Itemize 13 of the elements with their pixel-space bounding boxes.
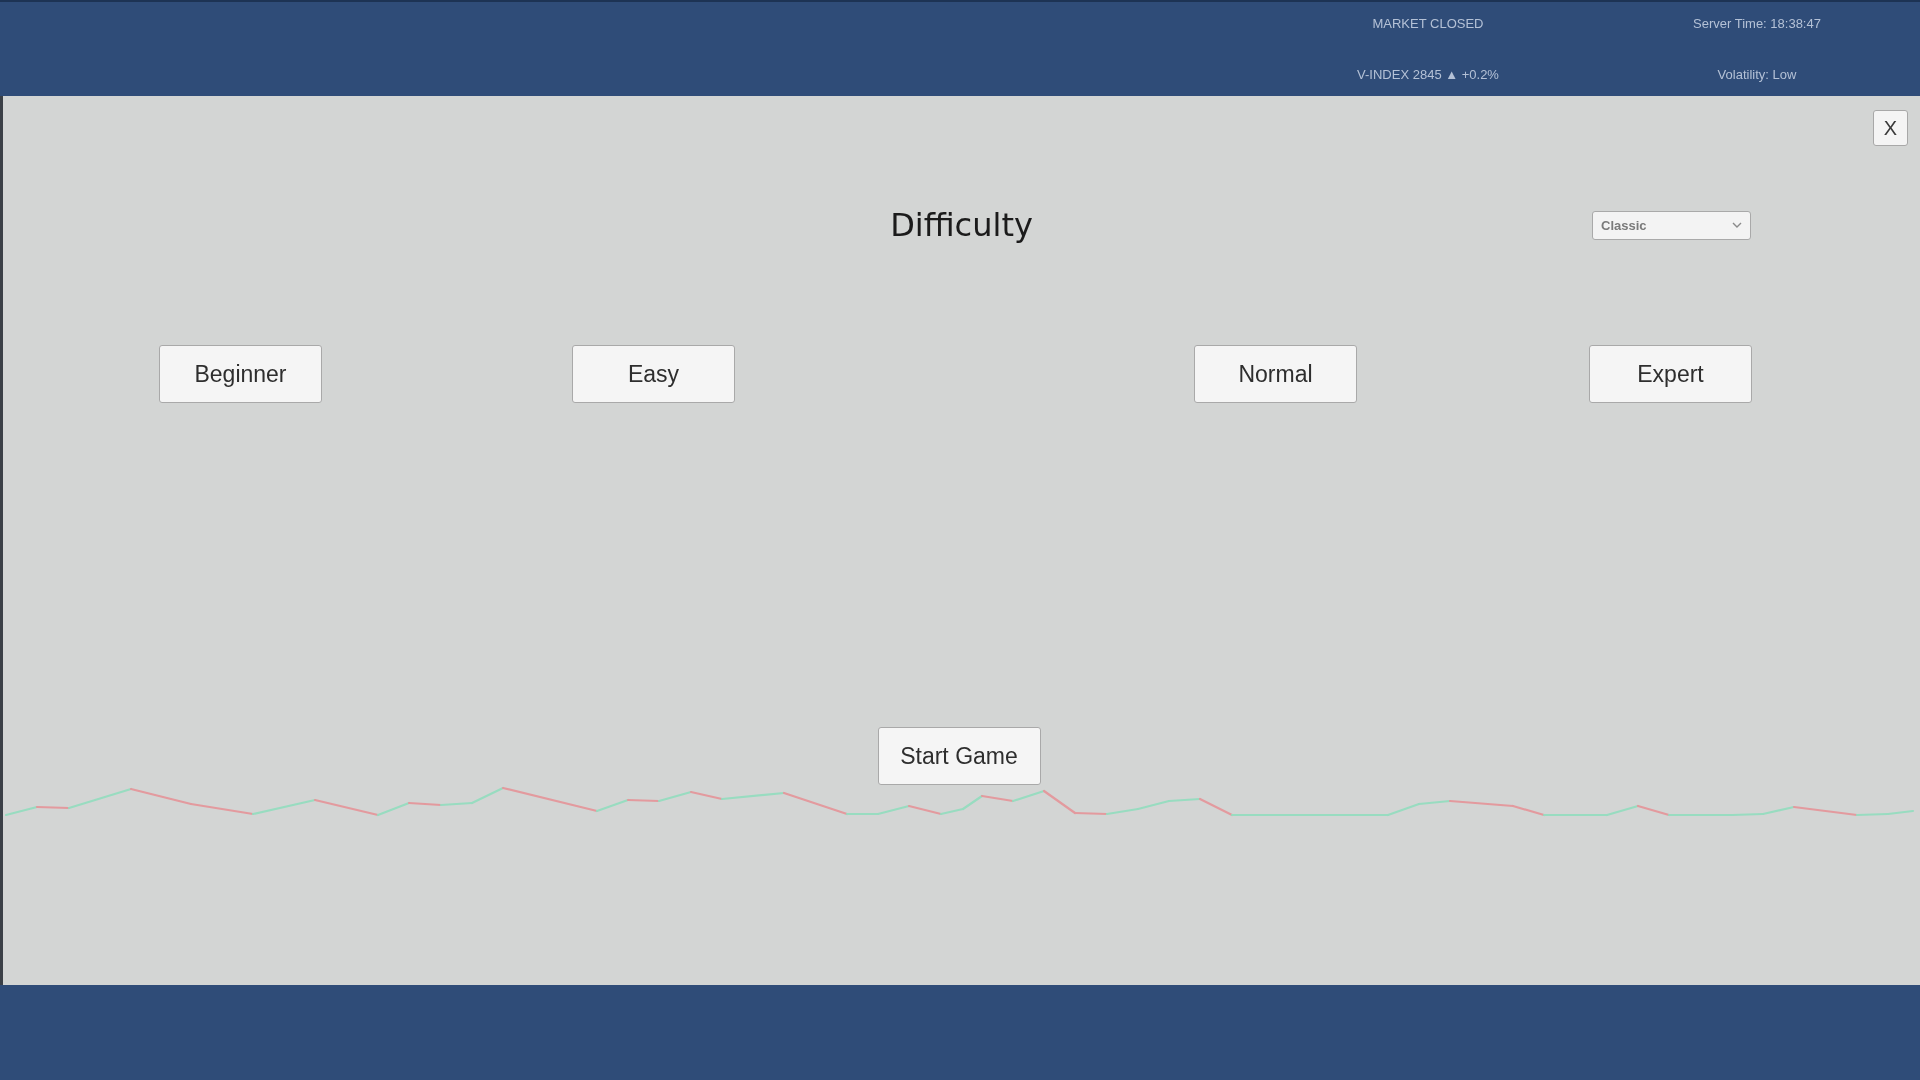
chevron-down-icon <box>1732 222 1742 228</box>
volatility-text: Volatility: Low <box>1716 66 1798 84</box>
close-button[interactable]: X <box>1873 110 1908 146</box>
difficulty-button[interactable]: Beginner <box>159 345 322 403</box>
dialog-title: Difficulty <box>890 206 1033 244</box>
index-value: V-INDEX 2845 ▲ +0.2% <box>1356 66 1500 84</box>
server-time: Server Time: 18:38:47 <box>1692 15 1822 33</box>
start-game-button[interactable]: Start Game <box>877 727 1041 785</box>
difficulty-button[interactable]: Easy <box>572 345 735 403</box>
difficulty-button[interactable]: Expert <box>1589 345 1752 403</box>
market-status: MARKET CLOSED <box>1371 15 1485 33</box>
mode-select[interactable]: Classic <box>1592 210 1751 240</box>
difficulty-button[interactable]: Normal <box>1194 345 1357 403</box>
